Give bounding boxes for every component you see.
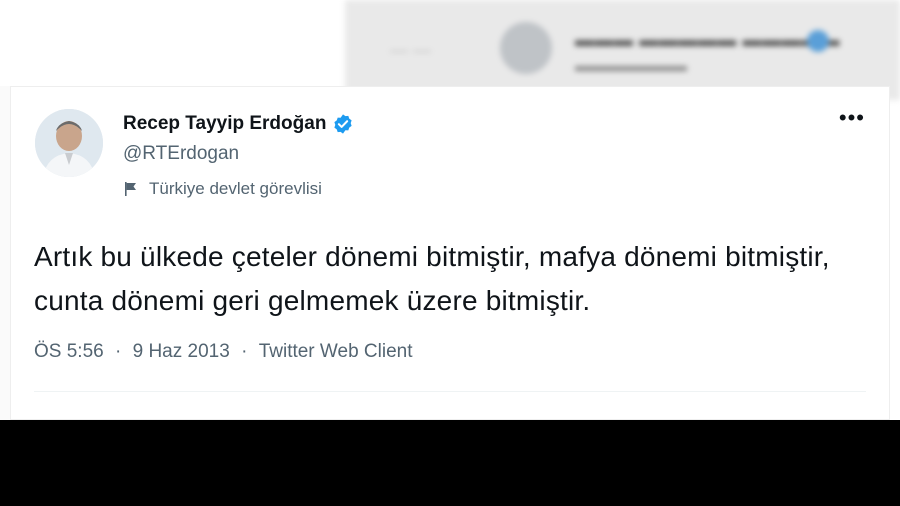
flag-icon <box>123 181 139 197</box>
tweet-meta: ÖS 5:56 · 9 Haz 2013 · Twitter Web Clien… <box>34 341 413 363</box>
blurred-handle: ▬▬▬▬▬▬▬ <box>575 58 687 75</box>
verified-badge-icon <box>332 113 354 135</box>
tweet-card: Recep Tayyip Erdoğan @RTErdogan Türkiye … <box>10 86 890 420</box>
divider <box>34 391 866 392</box>
black-bottom-bar <box>0 420 900 506</box>
tweet-text: Artık bu ülkede çeteler dönemi bitmiştir… <box>34 241 830 316</box>
left-edge <box>0 86 10 420</box>
meta-separator: · <box>115 341 122 362</box>
blurred-author-name: ▬▬▬ ▬▬▬▬▬ ▬▬▬▬▬ <box>575 30 841 51</box>
blurred-dots-icon: — — <box>390 40 432 60</box>
blurred-background-tweet: — — ▬▬▬ ▬▬▬▬▬ ▬▬▬▬▬ ▬▬▬▬▬▬▬ <box>345 0 900 100</box>
avatar-portrait-icon <box>35 109 103 177</box>
author-handle[interactable]: @RTErdogan <box>123 143 239 165</box>
more-options-button[interactable]: ••• <box>839 107 865 129</box>
meta-separator: · <box>241 341 248 362</box>
tweet-date[interactable]: 9 Haz 2013 <box>133 341 230 363</box>
account-label-text: Türkiye devlet görevlisi <box>149 179 322 198</box>
blurred-verified-icon <box>807 30 829 52</box>
tweet-client[interactable]: Twitter Web Client <box>259 341 413 363</box>
account-label[interactable]: Türkiye devlet görevlisi <box>123 179 322 199</box>
author-row: Recep Tayyip Erdoğan <box>123 113 354 135</box>
tweet-time[interactable]: ÖS 5:56 <box>34 341 104 363</box>
author-name[interactable]: Recep Tayyip Erdoğan <box>123 113 326 135</box>
blurred-avatar <box>500 22 552 74</box>
avatar[interactable] <box>35 109 103 177</box>
